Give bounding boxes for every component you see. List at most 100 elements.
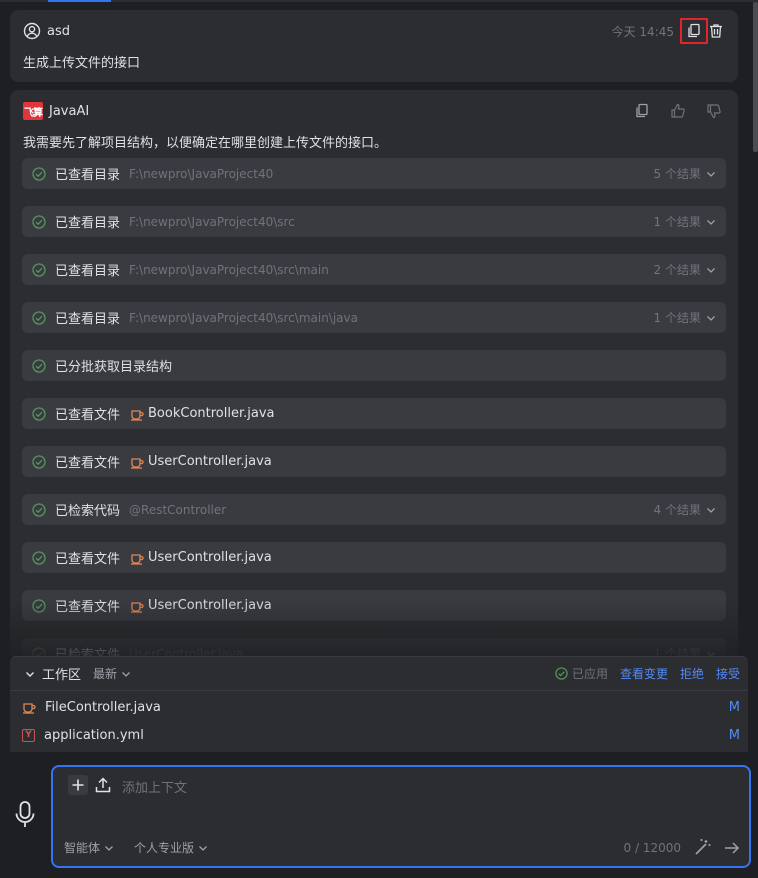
check-circle-icon xyxy=(32,310,46,325)
thumbs-down-button[interactable] xyxy=(700,98,728,124)
tool-step[interactable]: 已检索代码 @RestController 4 个结果 xyxy=(22,494,726,525)
tool-step[interactable]: 已查看文件 BookController.java xyxy=(22,398,726,429)
sort-label: 最新 xyxy=(93,667,118,681)
chevron-down-icon xyxy=(194,843,208,853)
magic-wand-icon xyxy=(693,837,713,857)
chevron-down-icon xyxy=(100,843,114,853)
step-results-toggle[interactable]: 1 个结果 xyxy=(654,309,716,326)
magic-wand-button[interactable] xyxy=(693,837,713,857)
step-path: F:\newpro\JavaProject40 xyxy=(129,166,274,181)
step-results-toggle[interactable]: 1 个结果 xyxy=(654,213,716,230)
ai-intro-text: 我需要先了解项目结构，以便确定在哪里创建上传文件的接口。 xyxy=(23,136,388,151)
scroll-fade-overlay xyxy=(0,600,758,656)
chat-scrollbar[interactable] xyxy=(753,2,758,152)
copy-icon xyxy=(634,103,650,119)
step-label: 已查看文件 xyxy=(55,408,121,423)
file-name: FileController.java xyxy=(45,699,161,715)
workspace-title: 工作区 xyxy=(42,668,82,683)
add-context-button[interactable] xyxy=(68,775,88,795)
workspace-sort-dropdown[interactable]: 最新 xyxy=(93,665,131,682)
java-cup-icon xyxy=(130,551,144,565)
step-path: F:\newpro\JavaProject40\src\main\java xyxy=(129,310,358,325)
step-label: 已查看目录 xyxy=(55,312,121,327)
workspace-actions: 已应用 查看变更 拒绝 接受 xyxy=(555,665,740,682)
step-file-name: BookController.java xyxy=(148,406,275,421)
workspace-file-item[interactable]: Y application.yml M xyxy=(22,723,740,747)
step-results: 1 个结果 xyxy=(653,311,701,325)
step-results: 2 个结果 xyxy=(653,263,701,277)
input-placeholder: 添加上下文 xyxy=(122,781,188,796)
step-label: 已分批获取目录结构 xyxy=(55,360,173,375)
step-results: 4 个结果 xyxy=(653,503,701,517)
send-button[interactable] xyxy=(723,839,741,857)
chat-input-box[interactable]: 添加上下文 智能体 个人专业版 0 / 12000 xyxy=(51,765,751,868)
plus-icon xyxy=(71,778,85,792)
ai-message-actions xyxy=(628,98,728,124)
plan-dropdown[interactable]: 个人专业版 xyxy=(134,839,208,856)
user-header: asd xyxy=(23,22,70,40)
check-circle-icon xyxy=(32,502,46,517)
step-file-name: UserController.java xyxy=(148,550,272,565)
mode-label: 智能体 xyxy=(64,841,101,855)
char-counter: 0 / 12000 xyxy=(623,841,681,855)
file-name: application.yml xyxy=(44,727,144,743)
voice-input-button[interactable] xyxy=(13,800,37,830)
collapse-chevron-icon[interactable] xyxy=(24,668,36,680)
applied-label: 已应用 xyxy=(571,667,608,681)
mode-dropdown[interactable]: 智能体 xyxy=(64,839,114,856)
file-status: M xyxy=(728,699,740,715)
step-label: 已查看文件 xyxy=(55,552,121,567)
check-circle-icon xyxy=(32,262,46,277)
java-cup-icon xyxy=(130,455,144,469)
workspace-panel: 工作区 最新 已应用 查看变更 拒绝 接受 FileController.jav… xyxy=(10,656,748,752)
step-results-toggle[interactable]: 4 个结果 xyxy=(654,501,716,518)
user-message-text: 生成上传文件的接口 xyxy=(23,56,141,71)
tool-step[interactable]: 已查看目录 F:\newpro\JavaProject40\src\main 2 个… xyxy=(22,254,726,285)
step-file-name: UserController.java xyxy=(148,454,272,469)
tool-step[interactable]: 已查看目录 F:\newpro\JavaProject40\src 1 个结果 xyxy=(22,206,726,237)
ai-message-card: 飞算 JavaAI 我需要先了解项目结构，以便确定在哪里创建上传文件的接口。 已… xyxy=(10,90,738,656)
check-circle-icon xyxy=(32,214,46,229)
tool-step[interactable]: 已查看文件 UserController.java xyxy=(22,446,726,477)
applied-status: 已应用 xyxy=(555,665,608,682)
view-changes-link[interactable]: 查看变更 xyxy=(620,665,668,682)
reject-link[interactable]: 拒绝 xyxy=(680,665,704,682)
workspace-file-item[interactable]: FileController.java M xyxy=(22,695,740,719)
step-label: 已查看目录 xyxy=(55,168,121,183)
tool-step[interactable]: 已查看文件 UserController.java xyxy=(22,542,726,573)
step-path: @RestController xyxy=(129,502,227,517)
user-avatar-icon xyxy=(23,22,41,40)
step-results-toggle[interactable]: 2 个结果 xyxy=(654,261,716,278)
step-results: 5 个结果 xyxy=(653,167,701,181)
check-circle-icon xyxy=(32,550,46,565)
yaml-icon: Y xyxy=(22,728,35,742)
java-cup-icon xyxy=(22,700,36,714)
step-results-toggle[interactable]: 5 个结果 xyxy=(654,165,716,182)
tool-step[interactable]: 已查看目录 F:\newpro\JavaProject40 5 个结果 xyxy=(22,158,726,189)
copy-answer-button[interactable] xyxy=(628,98,656,124)
chevron-down-icon xyxy=(117,669,131,679)
upload-button[interactable] xyxy=(93,775,113,795)
chat-scroll-area[interactable]: asd 今天 14:45 生成上传文件的接口 飞算 JavaAI 我需要先了解项… xyxy=(0,2,758,656)
plan-label: 个人专业版 xyxy=(134,841,195,855)
input-toolbar: 智能体 个人专业版 xyxy=(64,839,228,856)
ai-name: JavaAI xyxy=(49,103,90,119)
java-cup-icon xyxy=(130,407,144,421)
check-circle-icon xyxy=(555,667,572,680)
tool-step[interactable]: 已分批获取目录结构 xyxy=(22,350,726,381)
arrow-right-icon xyxy=(723,839,741,857)
upload-icon xyxy=(94,776,112,794)
message-timestamp: 今天 14:45 xyxy=(611,25,674,39)
thumbs-up-button[interactable] xyxy=(664,98,692,124)
step-path: F:\newpro\JavaProject40\src xyxy=(129,214,295,229)
delete-message-button[interactable] xyxy=(702,18,730,44)
step-label: 已查看目录 xyxy=(55,216,121,231)
tool-step[interactable]: 已查看目录 F:\newpro\JavaProject40\src\main\ja… xyxy=(22,302,726,333)
accept-link[interactable]: 接受 xyxy=(716,665,740,682)
step-label: 已查看目录 xyxy=(55,264,121,279)
step-label: 已检索代码 xyxy=(55,504,121,519)
step-results: 1 个结果 xyxy=(653,215,701,229)
chevron-down-icon xyxy=(701,217,716,227)
chevron-down-icon xyxy=(701,505,716,515)
file-status: M xyxy=(728,727,740,743)
